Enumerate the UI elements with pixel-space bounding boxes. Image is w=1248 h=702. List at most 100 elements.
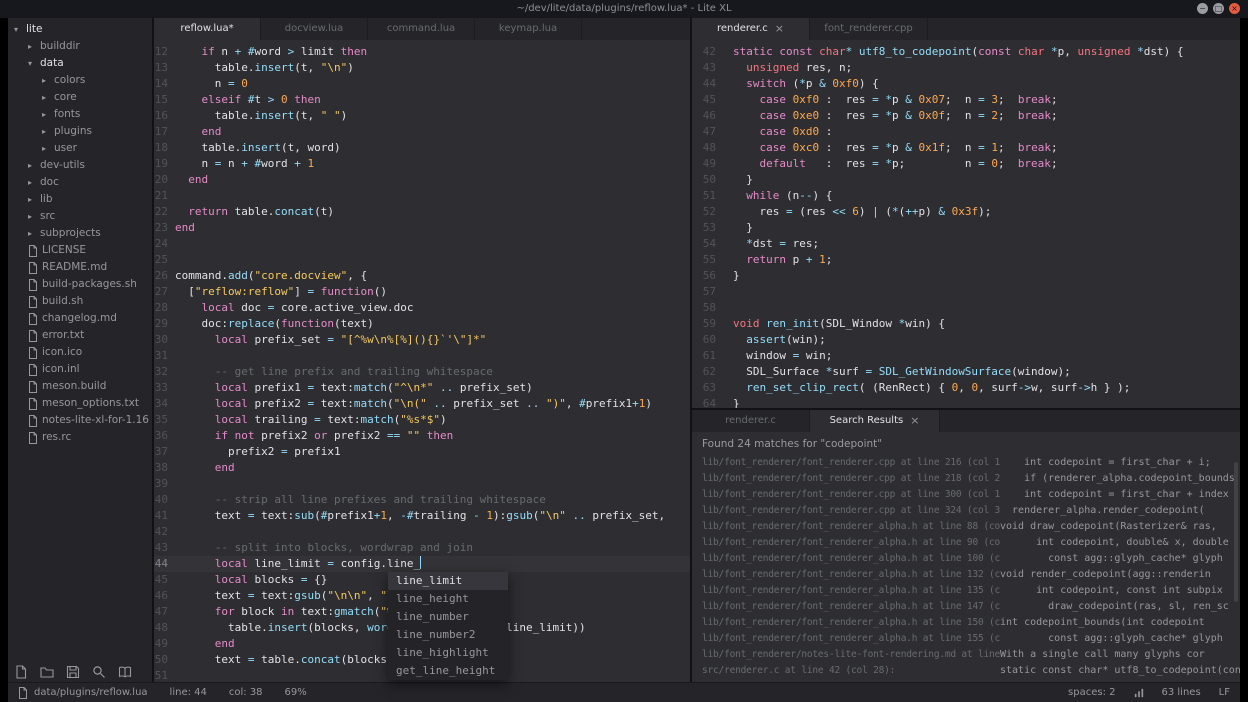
code-line-18[interactable]: 18 table.insert(t, word) — [154, 140, 690, 156]
tree-item-user[interactable]: ▸ user — [8, 140, 152, 157]
code-line-52[interactable]: 52 res = (res << 6) | (*(++p) & 0x3f); — [692, 204, 1240, 220]
autocomplete-item-line-number2[interactable]: line_number2 — [388, 626, 508, 644]
search-result-row-13[interactable]: lib/font_renderer/notes-lite-font-render… — [692, 647, 1240, 663]
code-line-58[interactable]: 58 — [692, 300, 1240, 316]
code-line-47[interactable]: 47 case 0xd0 : — [692, 124, 1240, 140]
code-line-60[interactable]: 60 assert(win); — [692, 332, 1240, 348]
minimize-button[interactable]: − — [1197, 3, 1208, 14]
tab-renderer-c[interactable]: renderer.c — [692, 410, 810, 432]
code-line-56[interactable]: 56} — [692, 268, 1240, 284]
search-result-row-9[interactable]: lib/font_renderer/font_renderer_alpha.h … — [692, 583, 1240, 599]
code-line-41[interactable]: 41 text = text:sub(#prefix1+1, -#trailin… — [154, 508, 690, 524]
code-line-53[interactable]: 53 } — [692, 220, 1240, 236]
code-line-49[interactable]: 49 default : res = *p; n = 0; break; — [692, 156, 1240, 172]
tab-renderer-c[interactable]: renderer.c × — [692, 18, 810, 40]
code-line-61[interactable]: 61 window = win; — [692, 348, 1240, 364]
tree-item-subprojects[interactable]: ▸ subprojects — [8, 225, 152, 242]
tree-item-changelog-md[interactable]: changelog.md — [8, 310, 152, 327]
autocomplete-item-line-highlight[interactable]: line_highlight — [388, 644, 508, 662]
statusbar-file[interactable]: data/plugins/reflow.lua — [18, 686, 148, 699]
code-line-59[interactable]: 59 void ren_init(SDL_Window *win) { — [692, 316, 1240, 332]
code-line-64[interactable]: 64} — [692, 396, 1240, 408]
tree-item-lite[interactable]: ▾ lite — [8, 21, 152, 38]
statusbar-line[interactable]: line: 44 — [170, 687, 207, 698]
tree-item-src[interactable]: ▸ src — [8, 208, 152, 225]
statusbar-col[interactable]: col: 38 — [229, 687, 263, 698]
tree-item-plugins[interactable]: ▸ plugins — [8, 123, 152, 140]
statusbar-eol[interactable]: LF — [1219, 687, 1230, 698]
code-line-12[interactable]: 12 if n + #word > limit then — [154, 44, 690, 60]
code-line-37[interactable]: 37 prefix2 = prefix1 — [154, 444, 690, 460]
code-line-25[interactable]: 25 — [154, 252, 690, 268]
search-result-row-12[interactable]: lib/font_renderer/font_renderer_alpha.h … — [692, 631, 1240, 647]
code-line-21[interactable]: 21 — [154, 188, 690, 204]
code-line-19[interactable]: 19 n = n + #word + 1 — [154, 156, 690, 172]
code-line-55[interactable]: 55 return p + 1; — [692, 252, 1240, 268]
tab-font-renderer-cpp[interactable]: font_renderer.cpp — [810, 18, 928, 40]
tree-item-data[interactable]: ▾ data — [8, 55, 152, 72]
tab-command-lua[interactable]: command.lua — [368, 18, 475, 40]
tree-item-core[interactable]: ▸ core — [8, 89, 152, 106]
autocomplete-item-get-line-height[interactable]: get_line_height — [388, 662, 508, 680]
code-line-13[interactable]: 13 table.insert(t, "\n") — [154, 60, 690, 76]
tree-item-icon-inl[interactable]: icon.inl — [8, 361, 152, 378]
code-line-43[interactable]: 43 unsigned res, n; — [692, 60, 1240, 76]
search-icon[interactable] — [92, 664, 106, 678]
code-line-36[interactable]: 36 if not prefix2 or prefix2 == "" then — [154, 428, 690, 444]
code-line-35[interactable]: 35 local trailing = text:match("%s*$") — [154, 412, 690, 428]
code-line-14[interactable]: 14 n = 0 — [154, 76, 690, 92]
code-line-42[interactable]: 42 — [154, 524, 690, 540]
code-line-17[interactable]: 17 end — [154, 124, 690, 140]
code-line-57[interactable]: 57 — [692, 284, 1240, 300]
search-result-row-11[interactable]: lib/font_renderer/font_renderer_alpha.h … — [692, 615, 1240, 631]
search-result-row-2[interactable]: lib/font_renderer/font_renderer.cpp at l… — [692, 471, 1240, 487]
new-file-icon[interactable] — [14, 664, 28, 679]
code-line-46[interactable]: 46 case 0xe0 : res = *p & 0x0f; n = 2; b… — [692, 108, 1240, 124]
code-line-38[interactable]: 38 end — [154, 460, 690, 476]
right-editor-code[interactable]: 42 static const char* utf8_to_codepoint(c… — [692, 40, 1240, 408]
autocomplete-item-line-limit[interactable]: line_limit — [388, 572, 508, 590]
tree-item-build-packages-sh[interactable]: build-packages.sh — [8, 276, 152, 293]
close-button[interactable]: × — [1229, 3, 1240, 14]
maximize-button[interactable]: □ — [1213, 3, 1224, 14]
tab-keymap-lua[interactable]: keymap.lua — [475, 18, 582, 40]
code-line-33[interactable]: 33 local prefix1 = text:match("^\n*" .. … — [154, 380, 690, 396]
search-result-row-1[interactable]: lib/font_renderer/font_renderer.cpp at l… — [692, 455, 1240, 471]
code-line-22[interactable]: 22 return table.concat(t) — [154, 204, 690, 220]
book-icon[interactable] — [118, 664, 132, 678]
tab-search-results[interactable]: Search Results × — [810, 410, 940, 432]
tree-item-notes-lite-xl-for-1-16[interactable]: notes-lite-xl-for-1.16 — [8, 412, 152, 429]
results-scrollbar[interactable] — [1234, 462, 1238, 602]
tree-item-builddir[interactable]: ▸ builddir — [8, 38, 152, 55]
code-line-54[interactable]: 54 *dst = res; — [692, 236, 1240, 252]
code-line-40[interactable]: 40 -- strip all line prefixes and traili… — [154, 492, 690, 508]
code-line-32[interactable]: 32 -- get line prefix and trailing white… — [154, 364, 690, 380]
tab-reflow-lua[interactable]: reflow.lua* — [154, 18, 261, 40]
search-result-row-4[interactable]: lib/font_renderer/font_renderer.cpp at l… — [692, 503, 1240, 519]
search-result-row-10[interactable]: lib/font_renderer/font_renderer_alpha.h … — [692, 599, 1240, 615]
code-line-50[interactable]: 50 } — [692, 172, 1240, 188]
tab-close-icon[interactable]: × — [775, 18, 784, 40]
tree-item-meson-build[interactable]: meson.build — [8, 378, 152, 395]
tab-close-icon[interactable]: × — [910, 410, 919, 432]
tree-item-readme-md[interactable]: README.md — [8, 259, 152, 276]
tree-item-meson-options-txt[interactable]: meson_options.txt — [8, 395, 152, 412]
code-line-43[interactable]: 43 -- split into blocks, wordwrap and jo… — [154, 540, 690, 556]
tree-item-fonts[interactable]: ▸ fonts — [8, 106, 152, 123]
tree-item-build-sh[interactable]: build.sh — [8, 293, 152, 310]
code-line-42[interactable]: 42 static const char* utf8_to_codepoint(c… — [692, 44, 1240, 60]
code-line-28[interactable]: 28 local doc = core.active_view.doc — [154, 300, 690, 316]
code-line-30[interactable]: 30 local prefix_set = "[^%w\n%[%](){}`'\… — [154, 332, 690, 348]
search-result-row-14[interactable]: src/renderer.c at line 42 (col 28): stat… — [692, 663, 1240, 679]
search-result-row-6[interactable]: lib/font_renderer/font_renderer_alpha.h … — [692, 535, 1240, 551]
tree-item-lib[interactable]: ▸ lib — [8, 191, 152, 208]
code-line-23[interactable]: 23 end — [154, 220, 690, 236]
statusbar-percent[interactable]: 69% — [285, 687, 307, 698]
code-line-48[interactable]: 48 case 0xc0 : res = *p & 0x1f; n = 1; b… — [692, 140, 1240, 156]
statusbar-line-count[interactable]: 63 lines — [1162, 687, 1201, 698]
tab-docview-lua[interactable]: docview.lua — [261, 18, 368, 40]
code-line-16[interactable]: 16 table.insert(t, " ") — [154, 108, 690, 124]
tree-item-doc[interactable]: ▸ doc — [8, 174, 152, 191]
code-line-44[interactable]: 44 local line_limit = config.line_ — [154, 556, 690, 572]
code-line-20[interactable]: 20 end — [154, 172, 690, 188]
